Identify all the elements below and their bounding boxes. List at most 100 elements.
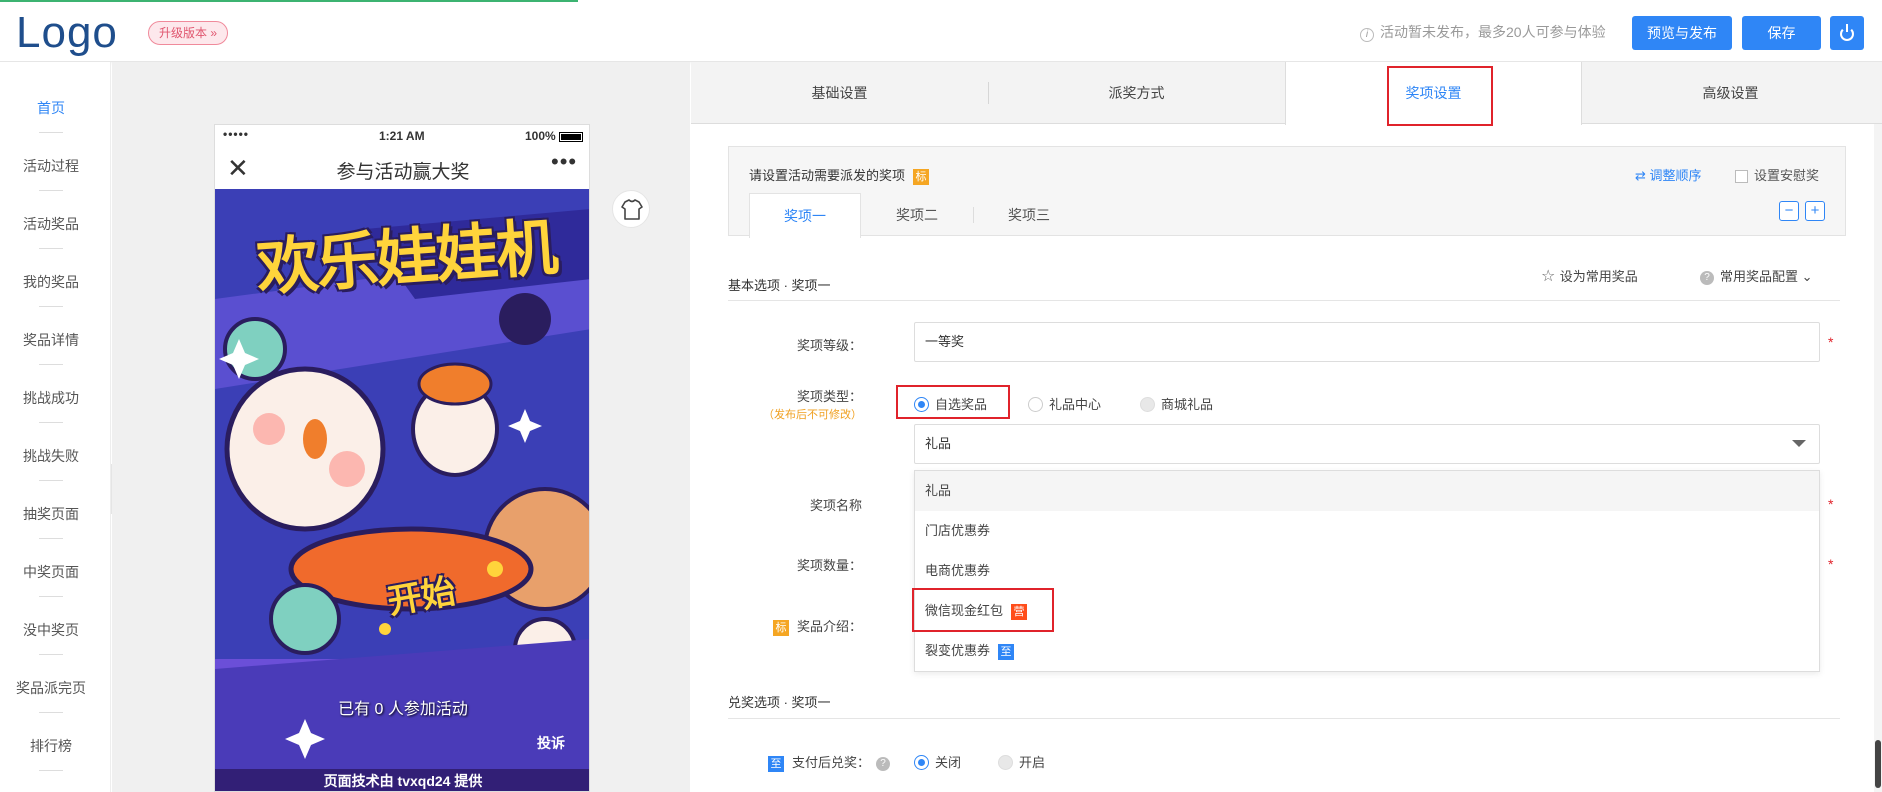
chevron-down-icon: [1792, 440, 1806, 447]
prize-level-input[interactable]: 一等奖: [914, 322, 1820, 362]
prize-intro-text: 奖品介绍：: [796, 619, 862, 634]
radio-mall-gift[interactable]: 商城礼品: [1140, 394, 1213, 413]
common-prize-config-dropdown[interactable]: ? 常用奖品配置 ⌄: [1700, 266, 1813, 285]
redeem-section-title: 兑奖选项 · 奖项一: [728, 695, 831, 710]
sidebar-item-my-prizes[interactable]: 我的奖品: [0, 272, 102, 292]
add-prize-button[interactable]: +: [1805, 201, 1825, 221]
divider: [39, 306, 63, 307]
consolation-checkbox[interactable]: 设置安慰奖: [1735, 165, 1819, 184]
prize-quantity-label: 奖项数量：: [796, 558, 862, 573]
adjust-order-button[interactable]: ⇄ 调整顺序: [1635, 165, 1702, 184]
adjust-order-label: 调整顺序: [1649, 168, 1702, 183]
radio-disabled-icon: [1140, 397, 1155, 413]
consolation-label: 设置安慰奖: [1754, 168, 1820, 183]
info-icon: i: [1360, 28, 1374, 42]
tag-icon: 标: [772, 619, 789, 636]
radio-icon: [1028, 397, 1043, 413]
radio-label: 礼品中心: [1049, 397, 1102, 412]
status-bar: ••••• 1:21 AM 100%: [215, 125, 589, 147]
divider: [39, 712, 63, 713]
theme-button[interactable]: [612, 190, 650, 228]
divider: [39, 132, 63, 133]
preview-publish-button[interactable]: 预览与发布: [1632, 16, 1732, 50]
sidebar-item-challenge-success[interactable]: 挑战成功: [0, 388, 102, 408]
tag-icon: 至: [767, 755, 784, 772]
sidebar-item-win-page[interactable]: 中奖页面: [0, 562, 102, 582]
divider: [39, 248, 63, 249]
chevron-down-icon: ⌄: [1798, 269, 1813, 284]
tag-icon: 标: [913, 168, 930, 185]
radio-label: 关闭: [935, 755, 962, 770]
radio-checked-icon: [914, 755, 929, 771]
sidebar-item-sold-out-page[interactable]: 奖品派完页: [0, 678, 102, 698]
divider: [39, 538, 63, 539]
divider: [39, 190, 63, 191]
sidebar-item-challenge-fail[interactable]: 挑战失败: [0, 446, 102, 466]
tech-credit: 页面技术由 tvxqd24 提供: [215, 769, 589, 791]
tab-advanced-settings[interactable]: 高级设置: [1582, 62, 1879, 124]
scrollbar-thumb[interactable]: [1875, 740, 1881, 788]
prize-category-dropdown: 礼品 门店优惠券 电商优惠券 微信现金红包营 裂变优惠券至: [914, 470, 1820, 672]
participant-count: 已有 0 人参加活动: [338, 701, 468, 718]
upgrade-button[interactable]: 升级版本 »: [148, 21, 229, 45]
divider: [39, 596, 63, 597]
report-link[interactable]: 投诉: [537, 733, 565, 753]
save-button[interactable]: 保存: [1742, 16, 1821, 50]
swap-icon: ⇄: [1635, 168, 1650, 183]
prize-name-label: 奖项名称: [809, 498, 862, 513]
radio-label: 开启: [1019, 755, 1046, 770]
sidebar-item-no-win-page[interactable]: 没中奖页: [0, 620, 102, 640]
radio-redeem-on[interactable]: 开启: [998, 752, 1045, 771]
dropdown-option-store-coupon[interactable]: 门店优惠券: [915, 511, 1819, 551]
radio-gift-center[interactable]: 礼品中心: [1028, 394, 1101, 413]
highlight-box: [912, 588, 1054, 632]
section-divider: [728, 300, 1840, 301]
prize-tab-3[interactable]: 奖项三: [973, 193, 1085, 237]
dropdown-option-gift[interactable]: 礼品: [915, 471, 1819, 511]
common-config-label: 常用奖品配置: [1720, 269, 1799, 284]
remove-prize-button[interactable]: −: [1779, 201, 1799, 221]
dropdown-option-ecommerce-coupon[interactable]: 电商优惠券: [915, 551, 1819, 591]
notice-text: 活动暂未发布，最多20人可参与体验: [1380, 24, 1606, 40]
radio-icon: [998, 755, 1013, 771]
dropdown-option-fission-coupon[interactable]: 裂变优惠券至: [915, 631, 1819, 671]
phone-navbar: ✕ 参与活动赢大奖 •••: [215, 147, 589, 189]
badge-icon: 至: [998, 643, 1015, 660]
section-divider: [728, 718, 1840, 719]
sidebar-item-leaderboard[interactable]: 排行榜: [0, 736, 102, 756]
sidebar: 首页 活动过程 活动奖品 我的奖品 奖品详情 挑战成功 挑战失败 抽奖页面 中奖…: [0, 62, 111, 792]
sidebar-item-process[interactable]: 活动过程: [0, 156, 102, 176]
sidebar-item-prize-detail[interactable]: 奖品详情: [0, 330, 102, 350]
prize-category-select[interactable]: 礼品: [914, 424, 1820, 464]
tab-basic-settings[interactable]: 基础设置: [691, 62, 988, 124]
checkbox-icon: [1735, 170, 1748, 184]
pay-redeem-text: 支付后兑奖：: [791, 755, 870, 770]
sidebar-item-draw-page[interactable]: 抽奖页面: [0, 504, 102, 524]
required-mark: *: [1828, 496, 1834, 512]
radio-label: 商城礼品: [1161, 397, 1214, 412]
prize-tab-1[interactable]: 奖项一: [749, 193, 861, 238]
battery-level: 100%: [525, 129, 556, 143]
prize-tab-2[interactable]: 奖项二: [861, 193, 973, 237]
sidebar-item-home[interactable]: 首页: [0, 98, 102, 118]
basic-section-title: 基本选项 · 奖项一: [728, 278, 831, 293]
set-common-prize-button[interactable]: ☆ 设为常用奖品: [1541, 266, 1638, 286]
highlight-box: [896, 385, 1010, 419]
power-icon: [1840, 24, 1854, 41]
settings-tabs: 基础设置 派奖方式 奖项设置 高级设置: [691, 62, 1882, 125]
radio-redeem-off[interactable]: 关闭: [914, 752, 961, 771]
shirt-icon: [621, 199, 643, 220]
divider: [39, 770, 63, 771]
help-icon[interactable]: ?: [876, 756, 890, 771]
phone-page-title: 参与活动赢大奖: [336, 162, 470, 183]
divider: [39, 364, 63, 365]
scrollbar[interactable]: [1874, 124, 1882, 792]
more-icon[interactable]: •••: [551, 149, 577, 175]
set-common-label: 设为常用奖品: [1559, 269, 1638, 284]
prize-type-label: 奖项类型：: [796, 389, 862, 404]
sidebar-item-prizes[interactable]: 活动奖品: [0, 214, 102, 234]
signal-icon: •••••: [223, 127, 250, 141]
tab-distribution[interactable]: 派奖方式: [988, 62, 1285, 124]
divider: [39, 480, 63, 481]
power-button[interactable]: [1830, 16, 1864, 50]
